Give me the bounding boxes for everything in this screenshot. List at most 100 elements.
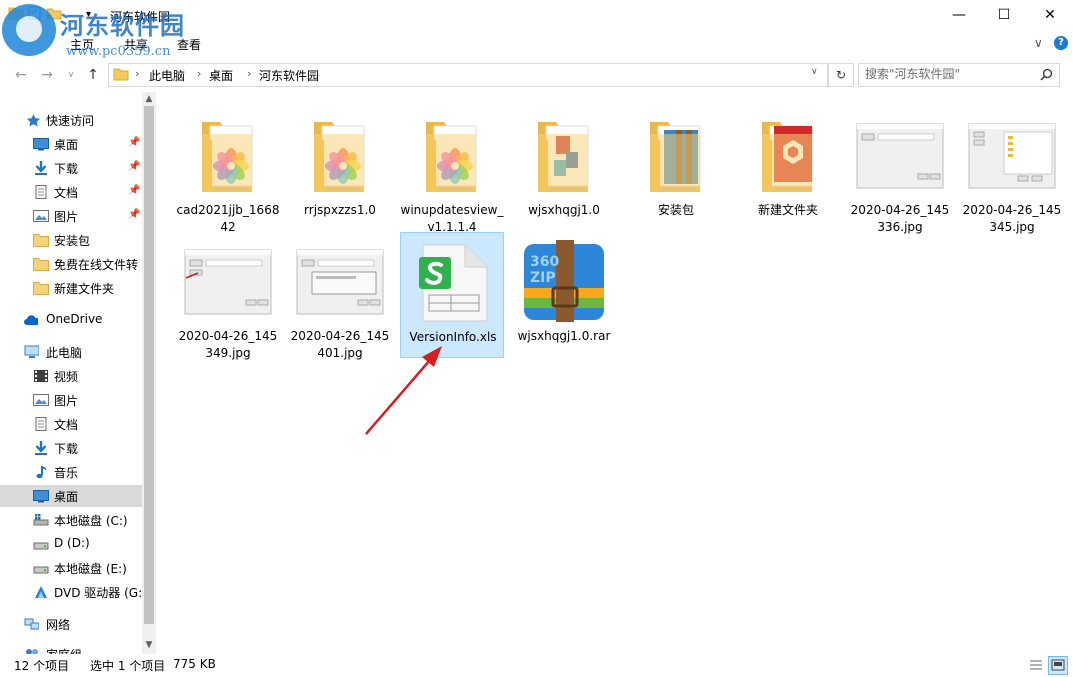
breadcrumb-this-pc[interactable]: 此电脑 (149, 67, 185, 84)
pin-icon: 📌 (128, 161, 141, 172)
folder-icon (632, 114, 720, 196)
sidebar-item-pc-1[interactable]: 视频 (0, 365, 142, 387)
sidebar-item-quick-3[interactable]: 文档 📌 (0, 181, 142, 203)
download-icon (33, 161, 48, 175)
address-bar[interactable]: › 此电脑 › 桌面 › 河东软件园 ∨ (108, 63, 828, 87)
computer-icon (24, 345, 39, 358)
sidebar-item-onedrive[interactable]: OneDrive (0, 309, 142, 331)
search-icon[interactable] (1040, 68, 1053, 81)
system-drive-icon (33, 513, 49, 527)
help-icon[interactable]: ? (1054, 36, 1068, 50)
svg-text:ZIP: ZIP (530, 270, 556, 286)
folder-icon (33, 257, 49, 271)
sidebar-item-quick-4[interactable]: 图片 📌 (0, 205, 142, 227)
sidebar-item-label: 免费在线文件转 (54, 258, 139, 272)
picture-icon (33, 393, 49, 407)
breadcrumb-separator-icon[interactable]: › (197, 67, 201, 80)
folder-icon (744, 114, 832, 196)
sidebar-item-pc-6[interactable]: 桌面 (0, 485, 142, 507)
dvd-drive-icon (33, 585, 48, 599)
folder-icon (296, 114, 384, 196)
sidebar-item-quick-2[interactable]: 下载 📌 (0, 157, 142, 179)
folder-icon (520, 114, 608, 196)
sidebar-item-label: 本地磁盘 (E:) (54, 562, 127, 576)
maximize-button[interactable]: ☐ (981, 0, 1027, 32)
document-icon (33, 417, 48, 431)
watermark-title: 河东软件园 (60, 11, 185, 40)
sidebar-item-quick-7[interactable]: 新建文件夹 (0, 277, 142, 299)
sidebar-item-pc-9[interactable]: 本地磁盘 (E:) (0, 557, 142, 579)
sidebar-item-quick-5[interactable]: 安装包 (0, 229, 142, 251)
sidebar-item-pc-7[interactable]: 本地磁盘 (C:) (0, 509, 142, 531)
sidebar-item-quick-1[interactable]: 桌面 📌 (0, 133, 142, 155)
sidebar-item-label: 视频 (54, 370, 79, 384)
sidebar-item-pc-5[interactable]: 音乐 (0, 461, 142, 483)
breadcrumb-separator-icon[interactable]: › (247, 67, 251, 80)
minimize-button[interactable]: — (936, 0, 982, 32)
forward-arrow-icon[interactable]: → (38, 66, 56, 84)
sidebar-item-homegroup[interactable]: 家庭组 (0, 643, 142, 654)
back-arrow-icon[interactable]: ← (12, 66, 30, 84)
breadcrumb-separator-icon[interactable]: › (135, 67, 139, 80)
pin-icon: 📌 (128, 185, 141, 196)
expand-ribbon-icon[interactable]: ∨ (1034, 36, 1043, 50)
sidebar-item-label: 网络 (46, 618, 71, 632)
address-dropdown-icon[interactable]: ∨ (811, 67, 818, 77)
document-icon (33, 185, 48, 199)
sidebar-item-pc-3[interactable]: 文档 (0, 413, 142, 435)
image-file-icon (856, 114, 944, 196)
folder-icon (408, 114, 496, 196)
sidebar-item-label: 下载 (54, 442, 79, 456)
large-icons-view-button[interactable] (1048, 656, 1068, 675)
sidebar-item-pc-4[interactable]: 下载 (0, 437, 142, 459)
refresh-button[interactable]: ↻ (828, 63, 854, 87)
breadcrumb-current-folder[interactable]: 河东软件园 (259, 67, 319, 84)
watermark-logo-icon (2, 4, 56, 56)
scrollbar-thumb[interactable] (144, 106, 154, 624)
up-arrow-icon[interactable]: ↑ (84, 66, 102, 84)
file-item[interactable]: winupdatesview_v1.1.1.4 (400, 106, 504, 234)
breadcrumb-desktop[interactable]: 桌面 (209, 67, 233, 84)
file-item[interactable]: 2020-04-26_145349.jpg (176, 232, 280, 360)
file-item[interactable]: 2020-04-26_145345.jpg (960, 106, 1064, 234)
folder-icon (184, 114, 272, 196)
file-item[interactable]: 360 ZIP wjsxhqgj1.0.rar (512, 232, 616, 358)
file-item[interactable]: 安装包 (624, 106, 728, 232)
navigation-bar: ← → ∨ ↑ › 此电脑 › 桌面 › 河东软件园 ∨ ↻ (0, 60, 1073, 90)
search-box[interactable] (858, 63, 1060, 87)
sidebar-item-pc-2[interactable]: 图片 (0, 389, 142, 411)
folder-icon (33, 281, 49, 295)
sidebar-item-pc-8[interactable]: D (D:) (0, 533, 142, 555)
scroll-down-arrow-icon[interactable]: ▼ (142, 638, 156, 652)
pin-icon: 📌 (128, 137, 141, 148)
sidebar-item-quick-6[interactable]: 免费在线文件转 (0, 253, 142, 275)
selection-count: 选中 1 个项目 (90, 659, 166, 673)
file-item[interactable]: 新建文件夹 (736, 106, 840, 232)
sidebar-item-label: 本地磁盘 (C:) (54, 514, 128, 528)
watermark-logo: 河东软件园 www.pc0359.cn (0, 0, 200, 60)
navigation-pane-scrollbar[interactable]: ▲ ▼ (142, 92, 156, 654)
details-view-button[interactable] (1026, 656, 1046, 675)
drive-icon (33, 561, 49, 575)
file-item[interactable]: 2020-04-26_145336.jpg (848, 106, 952, 234)
file-item[interactable]: rrjspxzzs1.0 (288, 106, 392, 232)
sidebar-item-network[interactable]: 网络 (0, 613, 142, 635)
sidebar-item-label: 桌面 (54, 490, 79, 504)
onedrive-cloud-icon (24, 315, 38, 325)
recent-locations-chevron-icon[interactable]: ∨ (62, 66, 80, 84)
sidebar-item-label: 图片 (54, 210, 79, 224)
sidebar-item-this-pc[interactable]: 此电脑 (0, 341, 142, 363)
sidebar-item-quick-access[interactable]: 快速访问 (0, 109, 142, 131)
file-list: cad2021jjb_166842 rrjspxzzs1.0 winupdatesv… (160, 92, 1073, 654)
close-button[interactable]: ✕ (1027, 0, 1073, 32)
file-name: wjsxhqgj1.0.rar (517, 329, 611, 343)
sidebar-item-label: 新建文件夹 (54, 282, 115, 296)
image-file-icon (296, 240, 384, 322)
file-name: 新建文件夹 (757, 203, 818, 217)
scroll-up-arrow-icon[interactable]: ▲ (142, 92, 156, 106)
sidebar-item-pc-10[interactable]: DVD 驱动器 (G: (0, 581, 142, 603)
search-input[interactable] (865, 66, 1035, 82)
sidebar-item-label: OneDrive (46, 312, 103, 326)
file-item[interactable]: wjsxhqgj1.0 (512, 106, 616, 232)
file-item[interactable]: cad2021jjb_166842 (176, 106, 280, 234)
